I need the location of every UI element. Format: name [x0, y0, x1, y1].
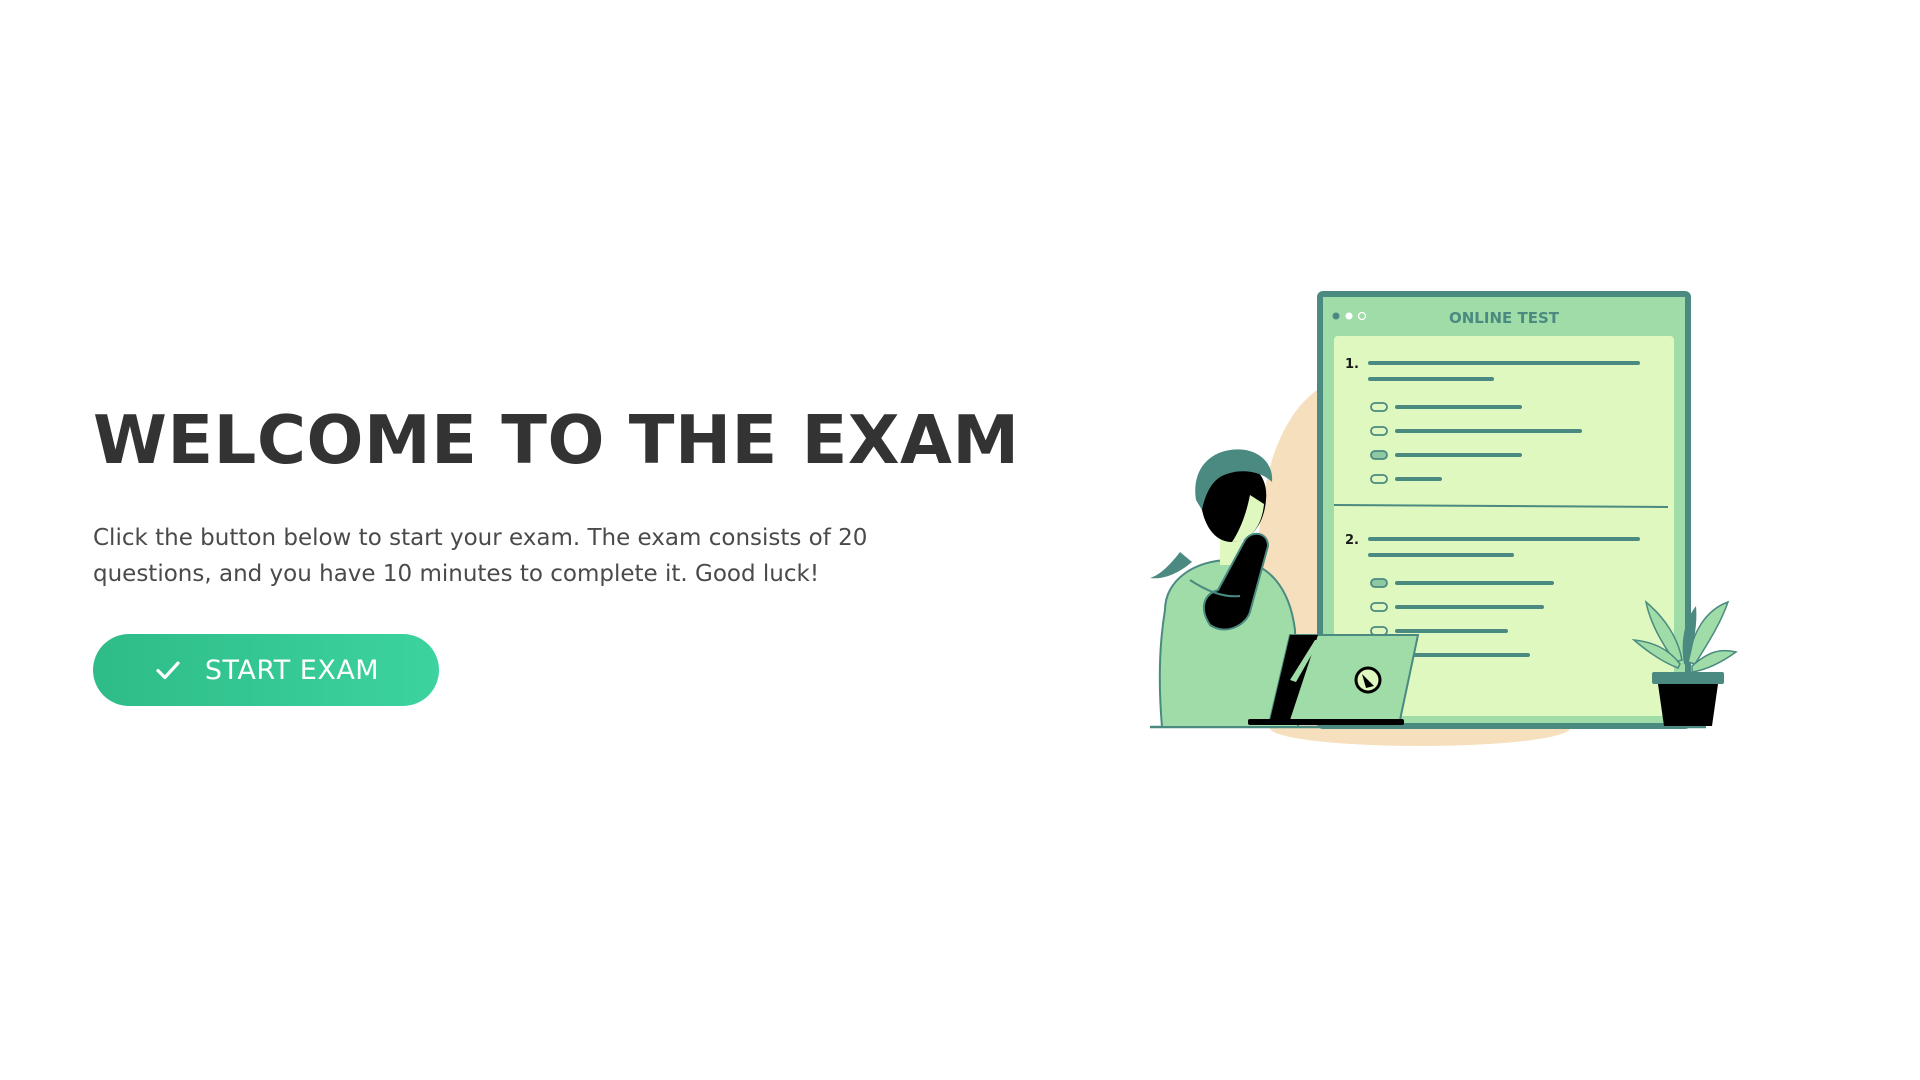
- page-title: WELCOME TO THE EXAM: [93, 401, 1020, 479]
- screen-dot-2: [1345, 312, 1353, 320]
- exam-welcome-page: WELCOME TO THE EXAM Click the button bel…: [0, 0, 1920, 1080]
- start-exam-button-label: START EXAM: [204, 654, 380, 686]
- hero-section: WELCOME TO THE EXAM Click the button bel…: [93, 398, 1020, 706]
- screen-dot-1: [1332, 312, 1340, 320]
- question-2-number: 2.: [1345, 533, 1359, 548]
- start-exam-button[interactable]: START EXAM: [93, 634, 439, 706]
- online-test-illustration: ONLINE TEST 1. 2.: [1150, 291, 1738, 746]
- screen-title: ONLINE TEST: [1449, 309, 1560, 327]
- exam-description: Click the button below to start your exa…: [93, 525, 868, 587]
- check-icon: [156, 661, 180, 680]
- question-1-number: 1.: [1345, 357, 1359, 372]
